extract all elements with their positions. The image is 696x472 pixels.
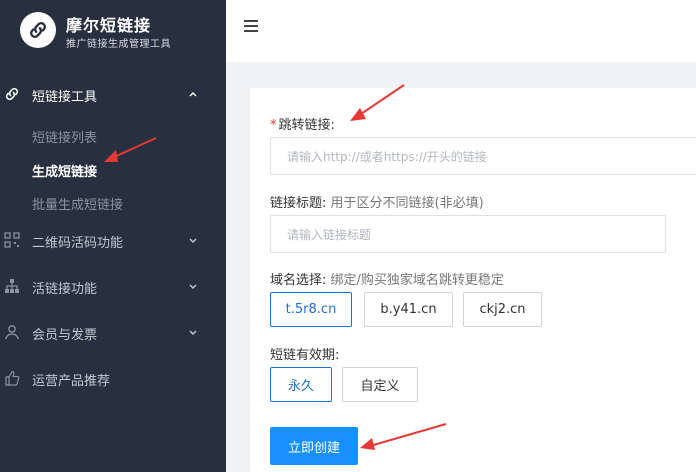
top-bar	[226, 0, 696, 62]
create-link-form: * 跳转链接: 请输入http://或者https://开头的链接 链接标题: 用…	[250, 88, 696, 472]
sidebar-item-recommend[interactable]: 运营产品推荐	[0, 358, 226, 398]
domain-option-t5r8[interactable]: t.5r8.cn	[270, 292, 352, 327]
logo	[20, 12, 56, 48]
required-mark: *	[270, 118, 277, 133]
chevron-down-icon	[189, 284, 197, 289]
link-title-input[interactable]: 请输入链接标题	[270, 215, 666, 253]
redirect-link-input[interactable]: 请输入http://或者https://开头的链接	[270, 137, 696, 175]
chevron-down-icon	[189, 238, 197, 243]
menu-toggle-icon[interactable]	[244, 20, 260, 36]
brand: 摩尔短链接 推广链接生成管理工具	[0, 0, 226, 62]
sidebar-item-membership[interactable]: 会员与发票	[0, 312, 226, 352]
domain-select-label: 域名选择: 绑定/购买独家域名跳转更稳定	[270, 273, 504, 288]
chevron-down-icon	[189, 330, 197, 335]
sidebar-item-live-link[interactable]: 活链接功能	[0, 266, 226, 306]
sidebar-subitem-link-list[interactable]: 短链接列表	[32, 127, 97, 146]
sidebar: 摩尔短链接 推广链接生成管理工具 短链接工具 短链接列表 生成短链接 批量生成短…	[0, 0, 226, 472]
sidebar-item-label: 短链接工具	[32, 90, 98, 105]
user-icon	[5, 325, 19, 340]
brand-subtitle: 推广链接生成管理工具	[66, 39, 171, 50]
validity-label: 短链有效期:	[270, 348, 340, 363]
sidebar-item-label: 运营产品推荐	[32, 374, 111, 389]
link-icon	[5, 87, 19, 101]
sidebar-subitem-create-link[interactable]: 生成短链接	[32, 161, 97, 180]
create-button[interactable]: 立即创建	[270, 427, 358, 465]
sidebar-item-label: 活链接功能	[32, 282, 98, 297]
sidebar-item-label: 二维码活码功能	[32, 236, 124, 251]
link-title-hint: 用于区分不同链接(非必填)	[330, 196, 484, 211]
domain-option-by41[interactable]: b.y41.cn	[364, 292, 453, 327]
validity-option-permanent[interactable]: 永久	[270, 367, 332, 402]
domain-select-hint: 绑定/购买独家域名跳转更稳定	[330, 273, 504, 288]
link-title-label: 链接标题: 用于区分不同链接(非必填)	[270, 196, 484, 211]
chevron-up-icon	[189, 92, 197, 97]
sidebar-item-label: 会员与发票	[32, 328, 98, 343]
sidebar-subitem-batch-create[interactable]: 批量生成短链接	[32, 194, 123, 213]
qrcode-icon	[4, 232, 20, 248]
link-logo-icon	[30, 22, 46, 38]
sidebar-item-short-link-tools[interactable]: 短链接工具	[0, 74, 226, 114]
thumbs-up-icon	[5, 370, 20, 386]
validity-option-custom[interactable]: 自定义	[342, 367, 418, 402]
domain-option-ckj2[interactable]: ckj2.cn	[463, 292, 542, 327]
sitemap-icon	[5, 279, 19, 293]
redirect-link-label: * 跳转链接:	[270, 118, 335, 133]
sidebar-item-qrcode[interactable]: 二维码活码功能	[0, 220, 226, 260]
brand-title: 摩尔短链接	[66, 16, 152, 35]
